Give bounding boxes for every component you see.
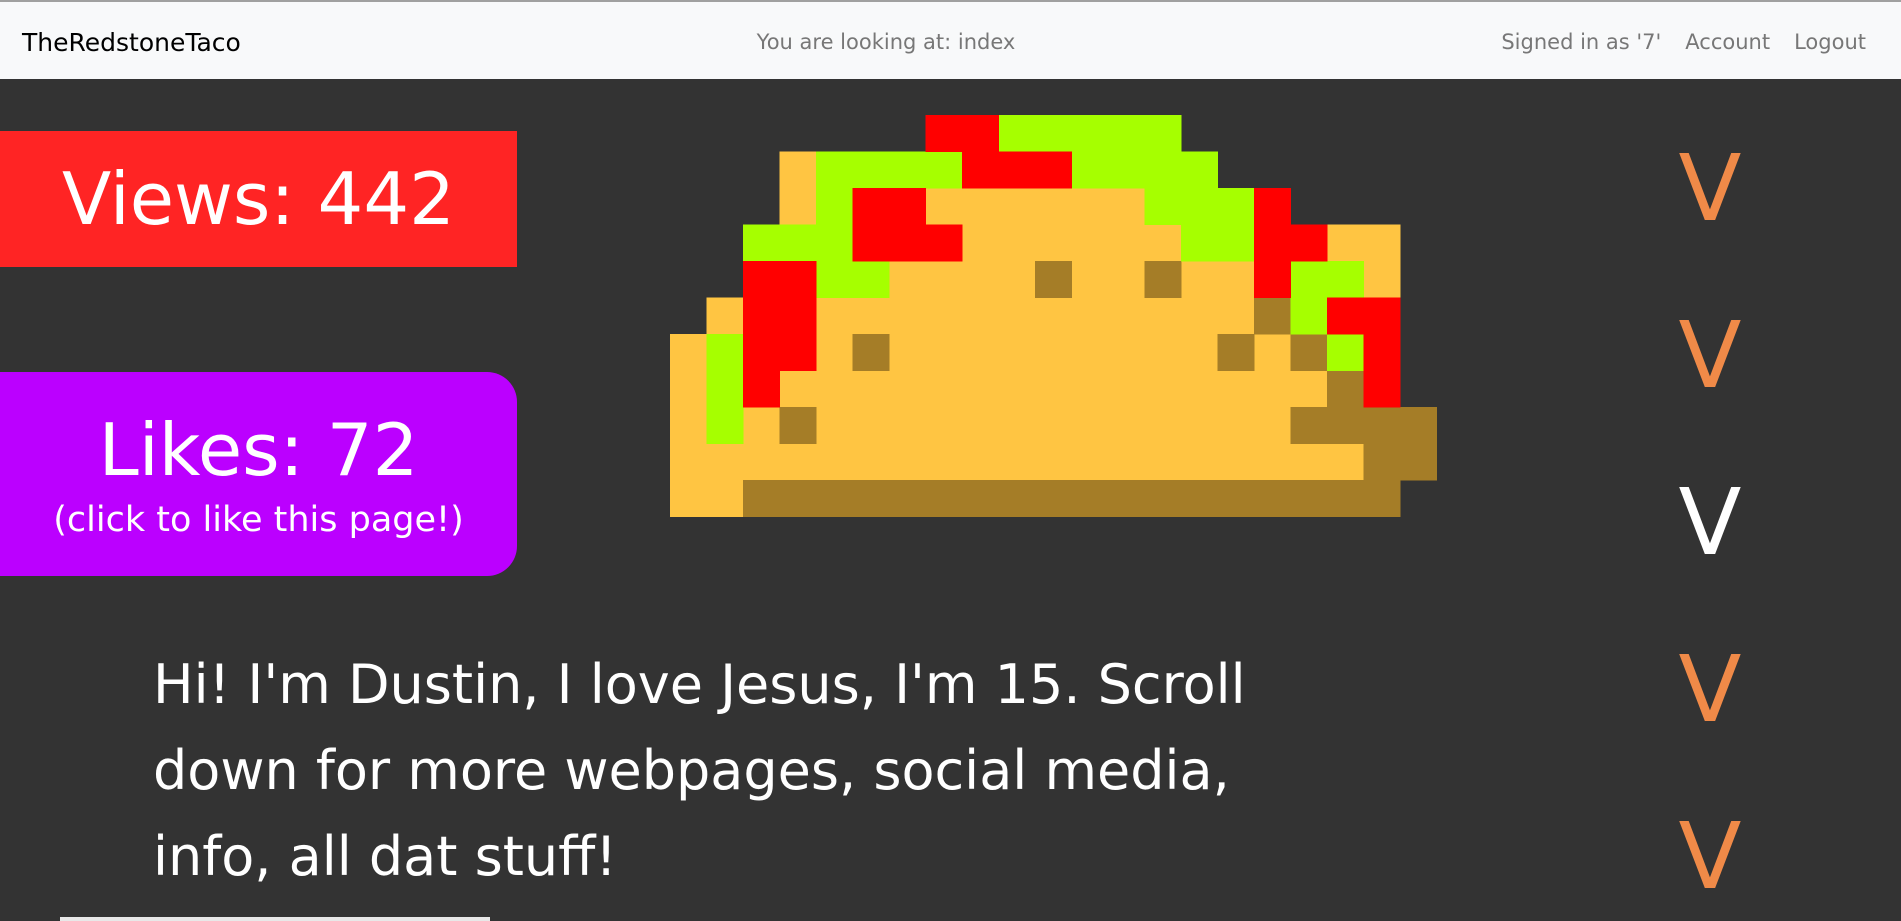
taco-pixel: [1290, 334, 1328, 371]
taco-pixel: [1071, 151, 1218, 189]
views-counter: Views: 442: [0, 131, 517, 267]
scroll-arrow-2[interactable]: V: [1660, 272, 1760, 439]
taco-pixel: [1144, 261, 1182, 298]
likes-count: Likes: 72: [98, 408, 419, 492]
taco-pixel: [925, 115, 999, 152]
taco-pixel: [743, 480, 1401, 517]
taco-pixel: [1327, 370, 1364, 408]
logout-link[interactable]: Logout: [1794, 30, 1866, 54]
nav-links: Signed in as '7' Account Logout: [1501, 30, 1866, 54]
taco-pixel: [1035, 261, 1072, 298]
taco-pixel: [706, 334, 744, 444]
scroll-arrow-5[interactable]: V: [1660, 773, 1760, 921]
taco-pixel: [1217, 224, 1255, 262]
pixel-taco-icon: [670, 115, 1437, 517]
taco-pixel: [1327, 297, 1401, 335]
taco-pixel: [998, 115, 1182, 152]
top-navbar: TheRedstoneTaco You are looking at: inde…: [0, 0, 1901, 79]
taco-pixel: [1254, 188, 1291, 298]
taco-pixel: [743, 370, 780, 408]
taco-pixel: [1363, 334, 1401, 408]
likes-hint: (click to like this page!): [53, 500, 464, 540]
account-link[interactable]: Account: [1685, 30, 1770, 54]
bottom-scroll-strip: [60, 917, 490, 921]
taco-pixel: [743, 261, 817, 371]
taco-pixel: [852, 334, 890, 371]
taco-pixel: [1290, 224, 1328, 262]
taco-pixel: [852, 224, 963, 262]
taco-pixel: [1254, 297, 1291, 335]
like-button[interactable]: Likes: 72 (click to like this page!): [0, 372, 517, 576]
taco-pixel: [1217, 334, 1255, 371]
taco-pixel: [1327, 407, 1401, 444]
taco-pixel: [1363, 443, 1401, 481]
taco-pixel: [1400, 407, 1437, 481]
taco-pixel: [962, 151, 1072, 189]
taco-pixel: [1290, 407, 1328, 444]
taco-pixel: [779, 407, 817, 444]
taco-pixel: [816, 261, 890, 298]
scroll-arrows: VVVVV: [1660, 105, 1760, 921]
signed-in-link[interactable]: Signed in as '7': [1501, 30, 1661, 54]
scroll-arrow-4[interactable]: V: [1660, 606, 1760, 773]
scroll-arrow-3[interactable]: V: [1660, 439, 1760, 606]
taco-pixel: [743, 224, 817, 262]
intro-text: Hi! I'm Dustin, I love Jesus, I'm 15. Sc…: [153, 653, 1246, 888]
scroll-arrow-1[interactable]: V: [1660, 105, 1760, 272]
